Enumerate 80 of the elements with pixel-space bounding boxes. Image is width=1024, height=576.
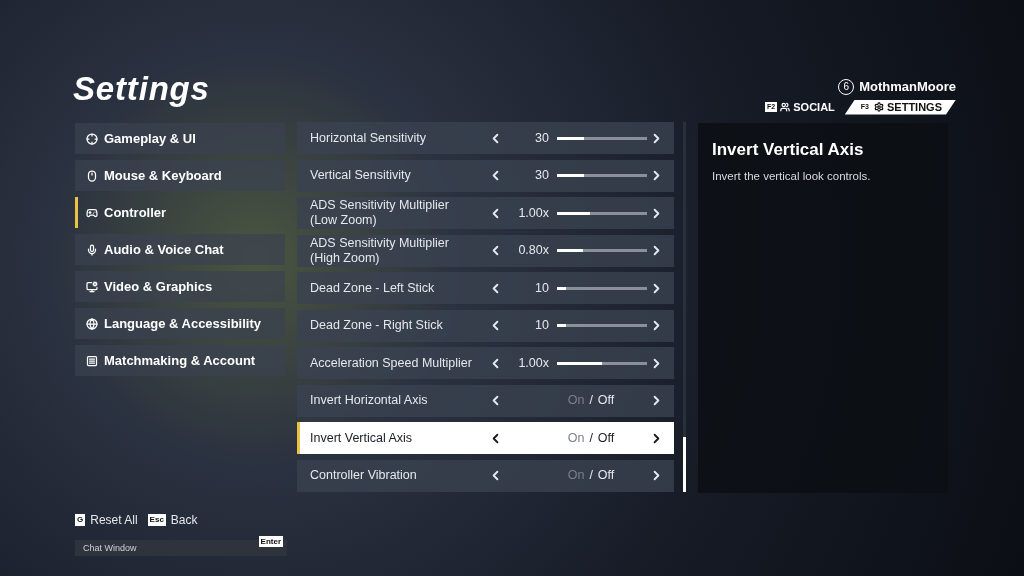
setting-label: Horizontal Sensitivity <box>310 130 427 146</box>
sidebar-item[interactable]: Video & Graphics <box>75 271 285 302</box>
setting-row[interactable]: Acceleration Speed Multiplier 1.00x <box>297 347 674 379</box>
sidebar-item[interactable]: Gameplay & UI <box>75 123 285 154</box>
slider-track[interactable] <box>557 324 647 327</box>
sidebar-item[interactable]: Matchmaking & Account <box>75 345 285 376</box>
tab-label: SOCIAL <box>793 99 835 115</box>
sidebar-item[interactable]: Controller <box>75 197 285 228</box>
slider-track[interactable] <box>557 286 647 290</box>
setting-row[interactable]: ADS Sensitivity Multiplier (Low Zoom) 1.00x <box>297 197 674 229</box>
toggle-separator: / <box>589 392 593 410</box>
setting-value: 10 <box>534 279 549 297</box>
setting-label: Invert Horizontal Axis <box>310 393 429 408</box>
setting-value: 10 <box>534 317 549 335</box>
setting-label: ADS Sensitivity Multiplier (Low Zoom) <box>310 198 450 228</box>
monitor-icon <box>86 280 98 293</box>
toggle-off-option: Off <box>597 391 615 410</box>
toggle-separator: / <box>589 467 593 485</box>
sidebar-label: Controller <box>104 203 167 222</box>
slider-track[interactable] <box>557 249 647 252</box>
key-hint: G <box>75 514 86 526</box>
sidebar-label: Audio & Voice Chat <box>104 240 224 259</box>
key-hint: Esc <box>147 514 166 526</box>
slider-track[interactable] <box>557 211 647 215</box>
toggle-off-option: Off <box>597 428 615 448</box>
key-hint: Enter <box>258 536 283 547</box>
setting-value: 0.80x <box>517 242 549 260</box>
globe-icon <box>86 317 98 330</box>
setting-row[interactable]: Controller Vibration On / Off <box>297 459 674 492</box>
setting-label: Invert Vertical Axis <box>310 430 414 446</box>
mouse-icon <box>86 169 98 182</box>
sidebar-item[interactable]: Mouse & Keyboard <box>75 160 285 191</box>
setting-row[interactable]: Dead Zone - Right Stick 10 <box>297 309 674 342</box>
detail-description: Invert the vertical look controls. <box>712 168 872 184</box>
setting-label: Dead Zone - Left Stick <box>310 280 436 296</box>
setting-row[interactable]: Horizontal Sensitivity 30 <box>297 122 674 154</box>
microphone-icon <box>86 243 98 256</box>
gamepad-icon <box>86 206 98 219</box>
crosshair-icon <box>86 132 98 145</box>
setting-label: Controller Vibration <box>310 468 418 483</box>
page-title: Settings <box>73 72 210 105</box>
toggle-on-option: On <box>567 428 585 448</box>
detail-title: Invert Vertical Axis <box>712 139 865 161</box>
setting-value: 30 <box>534 167 549 185</box>
slider-track[interactable] <box>557 361 647 365</box>
toggle-on-option: On <box>567 466 585 485</box>
toggle-separator: / <box>589 429 593 447</box>
sidebar-label: Mouse & Keyboard <box>104 166 222 185</box>
setting-label: Vertical Sensitivity <box>310 168 412 183</box>
sidebar-label: Language & Accessibility <box>104 314 261 333</box>
slider-track[interactable] <box>557 174 647 177</box>
setting-label: Acceleration Speed Multiplier <box>310 355 473 371</box>
footer-action[interactable]: Esc Back <box>147 511 198 529</box>
sidebar-label: Video & Graphics <box>104 277 213 296</box>
slider-track[interactable] <box>557 136 647 140</box>
sidebar-item[interactable]: Language & Accessibility <box>75 308 285 339</box>
sidebar-label: Matchmaking & Account <box>104 351 256 370</box>
setting-label: Dead Zone - Right Stick <box>310 318 444 333</box>
setting-row[interactable]: Dead Zone - Left Stick 10 <box>297 272 674 304</box>
tab-label: SETTINGS <box>887 99 942 115</box>
action-label: Back <box>170 512 198 529</box>
sidebar-item[interactable]: Audio & Voice Chat <box>75 234 285 265</box>
setting-value: 1.00x <box>517 204 549 222</box>
setting-row[interactable]: Vertical Sensitivity 30 <box>297 159 674 192</box>
toggle-on-option: On <box>567 391 585 410</box>
sidebar-label: Gameplay & UI <box>104 129 196 148</box>
list-icon <box>86 354 98 367</box>
setting-row[interactable]: Invert Vertical Axis On / Off <box>297 422 674 454</box>
scrollbar-thumb[interactable] <box>683 437 686 492</box>
settings-icon <box>874 102 884 112</box>
setting-value: 30 <box>534 129 549 147</box>
setting-row[interactable]: ADS Sensitivity Multiplier (High Zoom) 0.80x <box>297 234 674 267</box>
toggle-off-option: Off <box>597 466 615 485</box>
setting-value: 1.00x <box>517 354 549 372</box>
action-label: Reset All <box>90 512 138 529</box>
player-name: MothmanMoore <box>859 78 956 96</box>
people-icon <box>780 102 791 112</box>
setting-label: ADS Sensitivity Multiplier (High Zoom) <box>310 235 450 266</box>
footer-action[interactable]: G Reset All <box>75 511 138 529</box>
setting-row[interactable]: Invert Horizontal Axis On / Off <box>297 384 674 417</box>
